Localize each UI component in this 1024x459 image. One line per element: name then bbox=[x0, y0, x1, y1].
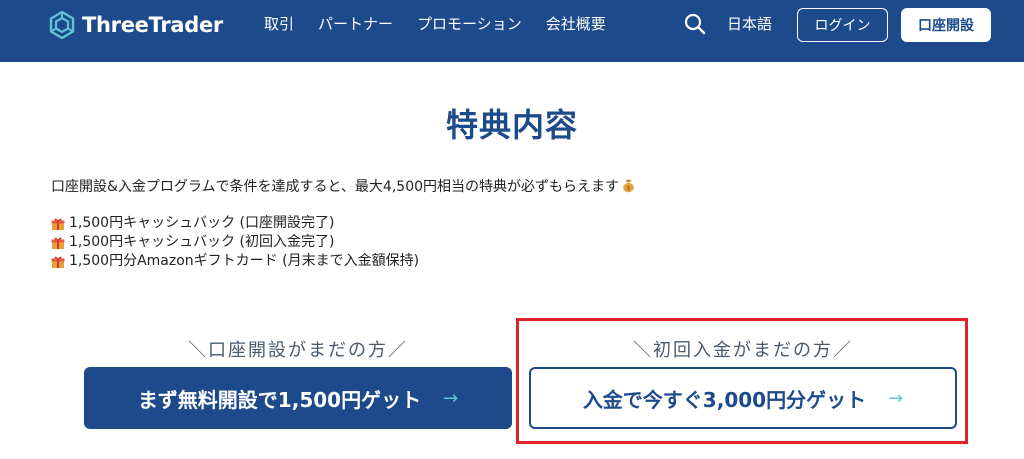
benefit-text: 1,500円キャッシュバック (初回入金完了) bbox=[69, 234, 335, 250]
svg-text:$: $ bbox=[627, 185, 631, 192]
benefit-list: 1,500円キャッシュバック (口座開設完了) 1,500円キャッシュバック (… bbox=[51, 214, 419, 271]
nav-item-partner[interactable]: パートナー bbox=[318, 14, 393, 34]
threetrader-logo-icon bbox=[49, 11, 75, 39]
arrow-right-icon: → bbox=[443, 387, 459, 409]
page-title: 特典内容 bbox=[445, 106, 578, 144]
search-icon[interactable] bbox=[683, 12, 707, 36]
deposit-cta-button[interactable]: 入金で今すぐ3,000円分ゲット → bbox=[529, 367, 957, 429]
nav-item-promotion[interactable]: プロモーション bbox=[417, 14, 522, 34]
site-header: ThreeTrader 取引 パートナー プロモーション 会社概要 日本語 ログ… bbox=[0, 0, 1024, 62]
benefit-text: 1,500円分Amazonギフトカード (月末まで入金額保持) bbox=[69, 253, 420, 269]
benefit-text: 1,500円キャッシュバック (口座開設完了) bbox=[69, 215, 335, 231]
gift-icon bbox=[51, 256, 65, 268]
cta-button-text: 入金で今すぐ3,000円分ゲット bbox=[582, 387, 867, 412]
open-account-cta-button[interactable]: まず無料開設で1,500円ゲット → bbox=[84, 367, 512, 429]
arrow-right-icon: → bbox=[888, 387, 904, 409]
logo[interactable]: ThreeTrader bbox=[48, 10, 223, 40]
login-button[interactable]: ログイン bbox=[797, 8, 888, 42]
intro-text: 口座開設&入金プログラムで条件を達成すると、最大4,500円相当の特典が必ずもら… bbox=[51, 178, 636, 196]
gift-icon bbox=[51, 237, 65, 249]
list-item: 1,500円分Amazonギフトカード (月末まで入金額保持) bbox=[51, 252, 419, 271]
logo-text: ThreeTrader bbox=[82, 13, 223, 37]
gift-icon bbox=[51, 218, 65, 230]
open-account-button[interactable]: 口座開設 bbox=[901, 8, 991, 42]
cta-button-text: まず無料開設で1,500円ゲット bbox=[137, 387, 422, 412]
main-nav: 取引 パートナー プロモーション 会社概要 bbox=[264, 14, 606, 34]
language-selector[interactable]: 日本語 bbox=[727, 14, 772, 34]
cta-right-label: ＼初回入金がまだの方／ bbox=[633, 340, 853, 361]
nav-item-company[interactable]: 会社概要 bbox=[546, 14, 606, 34]
cta-left-label: ＼口座開設がまだの方／ bbox=[188, 340, 408, 361]
intro-text-body: 口座開設&入金プログラムで条件を達成すると、最大4,500円相当の特典が必ずもら… bbox=[51, 179, 620, 195]
money-bag-icon: $ bbox=[623, 179, 634, 193]
nav-item-trading[interactable]: 取引 bbox=[264, 14, 294, 34]
list-item: 1,500円キャッシュバック (初回入金完了) bbox=[51, 233, 419, 252]
list-item: 1,500円キャッシュバック (口座開設完了) bbox=[51, 214, 419, 233]
